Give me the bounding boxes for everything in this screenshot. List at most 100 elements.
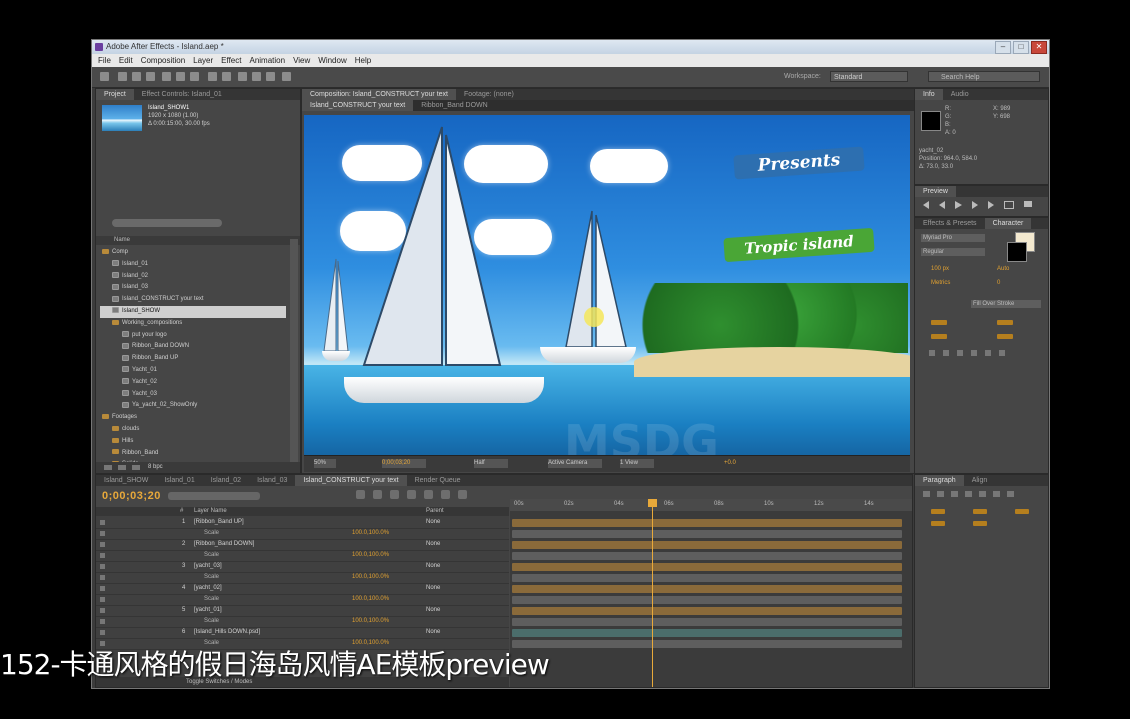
- tab-composition[interactable]: Composition: Island_CONSTRUCT your text: [302, 89, 456, 100]
- layer-duration-bar[interactable]: [512, 541, 902, 549]
- pen-tool-icon[interactable]: [208, 72, 217, 81]
- layer-duration-bar[interactable]: [512, 640, 902, 648]
- selection-tool-icon[interactable]: [118, 72, 127, 81]
- stroke-style-select[interactable]: Fill Over Stroke: [971, 300, 1041, 308]
- pan-behind-tool-icon[interactable]: [190, 72, 199, 81]
- motion-blur-icon[interactable]: [424, 490, 433, 499]
- subscript-icon[interactable]: [999, 350, 1005, 356]
- workspace-select[interactable]: Standard: [830, 71, 908, 82]
- justify-right-icon[interactable]: [993, 491, 1000, 497]
- visibility-eye-icon[interactable]: [100, 586, 105, 591]
- menu-view[interactable]: View: [293, 54, 310, 67]
- project-item[interactable]: clouds: [100, 424, 286, 436]
- layer-duration-bar[interactable]: [512, 552, 902, 560]
- project-item[interactable]: Island_03: [100, 282, 286, 294]
- tab-paragraph[interactable]: Paragraph: [915, 475, 964, 486]
- indent-first-field[interactable]: [973, 509, 987, 514]
- layer-row[interactable]: 1 [Ribbon_Band UP] None: [96, 517, 509, 529]
- layer-name[interactable]: [Island_Hills DOWN.psd]: [194, 627, 260, 638]
- visibility-eye-icon[interactable]: [100, 619, 105, 624]
- timeline-tab-03[interactable]: Island_03: [249, 475, 295, 486]
- first-frame-icon[interactable]: [923, 201, 929, 209]
- next-frame-icon[interactable]: [972, 201, 978, 209]
- project-item[interactable]: Hills: [100, 436, 286, 448]
- justify-left-icon[interactable]: [965, 491, 972, 497]
- layer-duration-bar[interactable]: [512, 596, 902, 604]
- property-value[interactable]: 100.0,100.0%: [352, 594, 389, 605]
- tab-effects-presets[interactable]: Effects & Presets: [915, 218, 985, 229]
- font-family-select[interactable]: Myriad Pro: [921, 234, 985, 242]
- layer-duration-bar[interactable]: [512, 574, 902, 582]
- maximize-button[interactable]: □: [1013, 41, 1029, 54]
- project-item[interactable]: Ribbon_Band DOWN: [100, 341, 286, 353]
- menu-edit[interactable]: Edit: [119, 54, 133, 67]
- eraser-tool-icon[interactable]: [266, 72, 275, 81]
- font-size-value[interactable]: 100 px: [931, 266, 949, 272]
- rotate-tool-icon[interactable]: [162, 72, 171, 81]
- layer-duration-bar[interactable]: [512, 629, 902, 637]
- timeline-tab-construct[interactable]: Island_CONSTRUCT your text: [295, 475, 407, 486]
- leading-value[interactable]: Auto: [997, 266, 1009, 272]
- layer-name[interactable]: [Ribbon_Band DOWN]: [194, 539, 254, 550]
- justify-all-icon[interactable]: [1007, 491, 1014, 497]
- layer-name[interactable]: [Ribbon_Band UP]: [194, 517, 244, 528]
- project-item[interactable]: Footages: [100, 412, 286, 424]
- project-item[interactable]: Yacht_02: [100, 377, 286, 389]
- exposure-value[interactable]: +0.0: [724, 459, 736, 468]
- layer-parent[interactable]: None: [426, 627, 440, 638]
- visibility-eye-icon[interactable]: [100, 597, 105, 602]
- zoom-select[interactable]: 50%: [314, 459, 336, 468]
- interpret-footage-icon[interactable]: [104, 465, 112, 470]
- graph-editor-icon[interactable]: [458, 490, 467, 499]
- project-item[interactable]: Ya_yacht_02_ShowOnly: [100, 400, 286, 412]
- resolution-select[interactable]: Half: [474, 459, 508, 468]
- project-item[interactable]: Ribbon_Band: [100, 448, 286, 460]
- vertical-scale-field[interactable]: [931, 320, 947, 325]
- shy-layers-icon[interactable]: [390, 490, 399, 499]
- project-item[interactable]: Ribbon_Band UP: [100, 353, 286, 365]
- camera-select[interactable]: Active Camera: [548, 459, 602, 468]
- tab-footage[interactable]: Footage: (none): [456, 89, 522, 100]
- property-value[interactable]: 100.0,100.0%: [352, 572, 389, 583]
- tab-align[interactable]: Align: [964, 475, 996, 486]
- indent-right-field[interactable]: [1015, 509, 1029, 514]
- tab-info[interactable]: Info: [915, 89, 943, 100]
- comp-subtab-construct[interactable]: Island_CONSTRUCT your text: [302, 100, 414, 111]
- project-item[interactable]: Comp: [100, 247, 286, 259]
- tab-project[interactable]: Project: [96, 89, 134, 100]
- project-item[interactable]: Yacht_03: [100, 389, 286, 401]
- layer-row[interactable]: 5 [yacht_01] None: [96, 605, 509, 617]
- timeline-tab-01[interactable]: Island_01: [156, 475, 202, 486]
- layer-name[interactable]: Scale: [204, 616, 219, 627]
- horizontal-scale-field[interactable]: [997, 320, 1013, 325]
- last-frame-icon[interactable]: [988, 201, 994, 209]
- layer-parent[interactable]: None: [426, 539, 440, 550]
- property-value[interactable]: 100.0,100.0%: [352, 550, 389, 561]
- draft-3d-icon[interactable]: [373, 490, 382, 499]
- layer-parent[interactable]: None: [426, 561, 440, 572]
- menu-animation[interactable]: Animation: [249, 54, 285, 67]
- layer-property-row[interactable]: Scale 100.0,100.0%: [96, 616, 509, 628]
- layer-name[interactable]: Scale: [204, 550, 219, 561]
- current-time-indicator[interactable]: [652, 499, 653, 687]
- layer-name[interactable]: Scale: [204, 528, 219, 539]
- project-item[interactable]: Island_01: [100, 259, 286, 271]
- tsume-field[interactable]: [997, 334, 1013, 339]
- layer-duration-bar[interactable]: [512, 618, 902, 626]
- text-tool-icon[interactable]: [222, 72, 231, 81]
- composition-viewer[interactable]: Presents Tropic island MSDG: [304, 115, 910, 455]
- baseline-shift-field[interactable]: [931, 334, 947, 339]
- visibility-eye-icon[interactable]: [100, 608, 105, 613]
- layer-parent[interactable]: None: [426, 517, 440, 528]
- menu-help[interactable]: Help: [355, 54, 371, 67]
- indent-left-field[interactable]: [931, 509, 945, 514]
- visibility-eye-icon[interactable]: [100, 575, 105, 580]
- timeline-search-input[interactable]: [168, 492, 260, 500]
- project-scrollbar[interactable]: [290, 239, 298, 473]
- layer-name[interactable]: Scale: [204, 594, 219, 605]
- layer-row[interactable]: 6 [Island_Hills DOWN.psd] None: [96, 627, 509, 639]
- project-item[interactable]: put your logo: [100, 330, 286, 342]
- timeline-tab-render-queue[interactable]: Render Queue: [407, 475, 469, 486]
- frame-blending-icon[interactable]: [407, 490, 416, 499]
- menu-layer[interactable]: Layer: [193, 54, 213, 67]
